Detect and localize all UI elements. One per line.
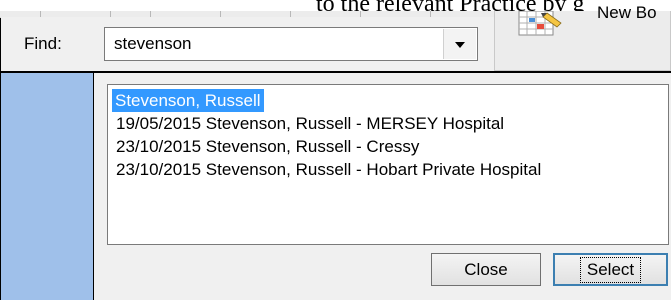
list-item[interactable]: 19/05/2015 Stevenson, Russell - MERSEY H… [113,112,507,135]
new-booking-label: New Bo [597,3,657,22]
find-input[interactable]: stevenson [114,34,192,54]
find-dropdown-button[interactable] [443,29,476,59]
side-panel [1,73,94,300]
list-item[interactable]: 23/10/2015 Stevenson, Russell - Hobart P… [113,158,544,181]
new-booking-button[interactable]: New Bo [494,3,671,71]
close-button[interactable]: Close [431,253,541,286]
results-listbox[interactable]: Stevenson, Russell 19/05/2015 Stevenson,… [107,84,669,245]
select-button[interactable]: Select [553,253,668,286]
chevron-down-icon [455,42,465,48]
close-button-label: Close [464,259,508,279]
list-item[interactable]: Stevenson, Russell [112,89,264,112]
find-label: Find: [24,34,62,53]
select-button-label: Select [579,256,642,283]
calendar-pen-icon [518,11,562,36]
find-combobox[interactable]: stevenson [104,27,478,61]
list-item[interactable]: 23/10/2015 Stevenson, Russell - Cressy [113,135,422,158]
screenshot-frame: to the relevant Practice by g Find: stev… [0,0,672,300]
